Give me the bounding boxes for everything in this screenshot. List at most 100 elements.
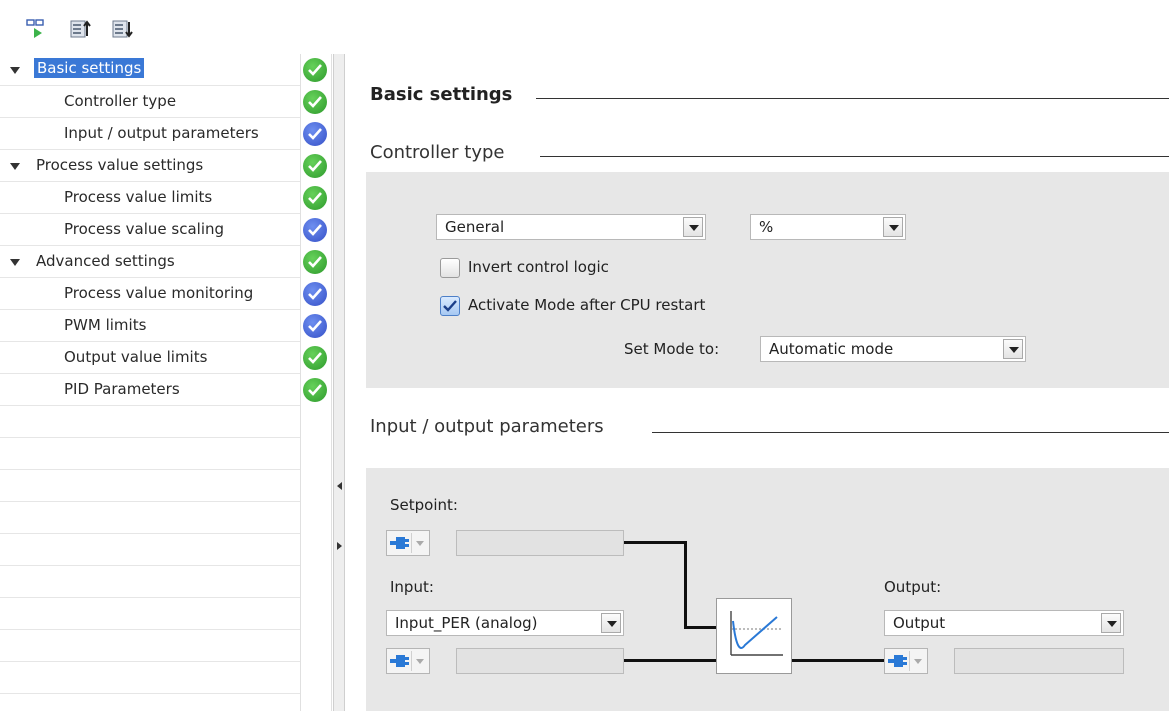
tree-item-output-value-limits[interactable]: Output value limits: [0, 342, 300, 374]
tree-empty-row: [0, 406, 300, 438]
tree-item-label: Advanced settings: [36, 252, 175, 270]
activate-mode-checkbox[interactable]: [440, 296, 460, 316]
toolbar: [0, 0, 1169, 52]
status-complete-icon: [303, 378, 327, 402]
output-select-value: Output: [893, 614, 946, 632]
output-wire: [792, 659, 886, 662]
tree-item-process-value-limits[interactable]: Process value limits: [0, 182, 300, 214]
chevron-down-icon[interactable]: [601, 613, 621, 633]
tree-item-pwm-limits[interactable]: PWM limits: [0, 310, 300, 342]
expand-right-icon[interactable]: [337, 542, 342, 550]
chevron-down-icon[interactable]: [909, 651, 925, 671]
section-rule: [540, 156, 1169, 157]
controller-type-panel: General % Invert control logic Activate …: [366, 172, 1169, 388]
input-label: Input:: [390, 578, 434, 596]
output-field[interactable]: [954, 648, 1124, 674]
input-connector[interactable]: [386, 648, 430, 674]
output-select[interactable]: Output: [884, 610, 1124, 636]
tree-item-label: Process value limits: [64, 188, 213, 206]
setpoint-wire: [624, 541, 686, 544]
pid-controller-block: [716, 598, 792, 674]
invert-control-logic-label: Invert control logic: [468, 258, 609, 276]
input-select[interactable]: Input_PER (analog): [386, 610, 624, 636]
section-rule: [652, 432, 1169, 433]
tree-item-controller-type[interactable]: Controller type: [0, 86, 300, 118]
tree-item-label: Process value monitoring: [64, 284, 254, 302]
status-complete-icon: [303, 90, 327, 114]
tree-empty-row: [0, 502, 300, 534]
plug-icon: [390, 655, 409, 667]
output-connector[interactable]: [884, 648, 928, 674]
tree-empty-row: [0, 598, 300, 630]
activate-mode-label: Activate Mode after CPU restart: [468, 296, 706, 314]
pid-response-icon: [730, 611, 783, 656]
section-rule: [536, 98, 1169, 99]
chevron-down-icon[interactable]: [683, 217, 703, 237]
tree-item-process-value-settings[interactable]: Process value settings: [0, 150, 300, 182]
tree-item-label: PWM limits: [64, 316, 147, 334]
expand-arrow-icon[interactable]: [10, 259, 20, 266]
chevron-down-icon[interactable]: [883, 217, 903, 237]
collapse-left-icon[interactable]: [337, 482, 342, 490]
plug-icon: [888, 655, 907, 667]
tree-item-label: Process value settings: [36, 156, 204, 174]
chevron-down-icon[interactable]: [1101, 613, 1121, 633]
status-complete-icon: [303, 154, 327, 178]
tree-empty-row: [0, 662, 300, 694]
tree-item-basic-settings[interactable]: Basic settings: [0, 54, 300, 86]
tree-item-label: Controller type: [64, 92, 177, 110]
setpoint-field[interactable]: [456, 530, 624, 556]
settings-tree: Basic settings Controller type Input / o…: [0, 54, 300, 711]
pane-splitter[interactable]: [333, 54, 345, 711]
status-complete-icon: [303, 250, 327, 274]
upload-params-icon[interactable]: [70, 18, 91, 38]
setpoint-wire: [684, 541, 687, 629]
tree-empty-row: [0, 438, 300, 470]
tree-item-process-value-scaling[interactable]: Process value scaling: [0, 214, 300, 246]
input-field[interactable]: [456, 648, 624, 674]
io-parameters-panel: Setpoint: Input: Input_PER (analog) Outp…: [366, 468, 1169, 711]
chevron-down-icon[interactable]: [1003, 339, 1023, 359]
input-select-value: Input_PER (analog): [395, 614, 538, 632]
set-mode-select[interactable]: Automatic mode: [760, 336, 1026, 362]
tree-empty-row: [0, 534, 300, 566]
invert-control-logic-checkbox[interactable]: [440, 258, 460, 278]
tree-item-input-output-parameters[interactable]: Input / output parameters: [0, 118, 300, 150]
status-default-icon: [303, 282, 327, 306]
download-params-icon[interactable]: [112, 18, 133, 38]
controller-type-select[interactable]: General: [436, 214, 706, 240]
view-toggle-icon[interactable]: [26, 18, 46, 38]
tree-item-process-value-monitoring[interactable]: Process value monitoring: [0, 278, 300, 310]
tree-item-pid-parameters[interactable]: PID Parameters: [0, 374, 300, 406]
set-mode-label: Set Mode to:: [624, 340, 720, 358]
output-label: Output:: [884, 578, 942, 596]
status-default-icon: [303, 314, 327, 338]
expand-arrow-icon[interactable]: [10, 67, 20, 74]
input-wire: [624, 659, 716, 662]
unit-select[interactable]: %: [750, 214, 906, 240]
setpoint-label: Setpoint:: [390, 496, 458, 514]
tree-empty-row: [0, 630, 300, 662]
set-mode-value: Automatic mode: [769, 340, 894, 358]
status-complete-icon: [303, 346, 327, 370]
checkmark-icon: [443, 300, 457, 312]
tree-item-label: Basic settings: [34, 58, 145, 78]
status-complete-icon: [303, 186, 327, 210]
setpoint-connector[interactable]: [386, 530, 430, 556]
expand-arrow-icon[interactable]: [10, 163, 20, 170]
chevron-down-icon[interactable]: [411, 533, 427, 553]
io-parameters-title: Input / output parameters: [370, 416, 604, 437]
setpoint-wire: [684, 626, 716, 629]
controller-type-title: Controller type: [370, 142, 505, 163]
main-content: Basic settings Controller type General %…: [350, 54, 1169, 711]
status-complete-icon: [303, 58, 327, 82]
tree-item-advanced-settings[interactable]: Advanced settings: [0, 246, 300, 278]
plug-icon: [390, 537, 409, 549]
chevron-down-icon[interactable]: [411, 651, 427, 671]
tree-item-label: PID Parameters: [64, 380, 180, 398]
tree-item-label: Input / output parameters: [64, 124, 259, 142]
tree-item-label: Output value limits: [64, 348, 208, 366]
controller-type-value: General: [445, 218, 505, 236]
unit-value: %: [759, 218, 774, 236]
tree-empty-row: [0, 470, 300, 502]
